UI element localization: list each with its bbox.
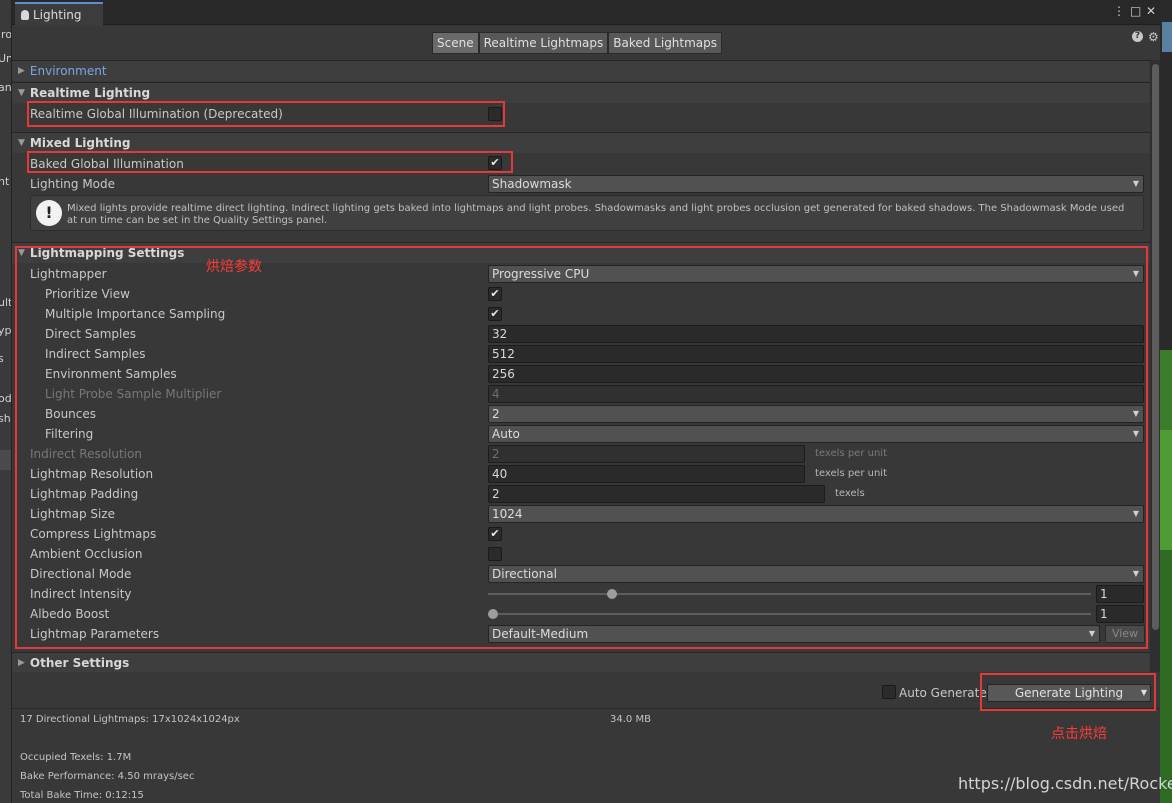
stat-performance: Bake Performance: 4.50 mrays/sec [20, 771, 195, 782]
expand-arrow-icon: ▶ [18, 66, 25, 76]
adjacent-fragment: iro [0, 28, 12, 41]
stat-lightmaps: 17 Directional Lightmaps: 17x1024x1024px [20, 714, 240, 725]
dropdown-value: Shadowmask [492, 177, 572, 191]
adjacent-fragment: ht [0, 175, 10, 188]
lighting-mode-label: Lighting Mode [30, 177, 116, 191]
help-icon[interactable]: ? [1132, 31, 1143, 42]
section-other-settings[interactable]: ▶ Other Settings [12, 652, 1150, 673]
section-title: Realtime Lighting [29, 86, 151, 100]
section-mixed-lighting[interactable]: ▼ Mixed Lighting [12, 132, 1150, 153]
gear-icon[interactable]: ⚙ [1148, 30, 1159, 44]
adjacent-panel: iro Un an ht ult yp s od sh [0, 0, 12, 803]
scene-view-edge [1160, 0, 1172, 803]
annotation-click-bake: 点击烘焙 [1051, 726, 1107, 742]
mode-baked-button[interactable]: Baked Lightmaps [608, 32, 723, 54]
info-icon: ! [36, 200, 62, 226]
adjacent-fragment: s [0, 352, 4, 365]
section-realtime-lighting[interactable]: ▼ Realtime Lighting [12, 82, 1150, 103]
menu-icon[interactable]: ⋮ [1113, 4, 1125, 18]
annotation-box [15, 246, 1148, 649]
auto-generate-checkbox[interactable] [882, 685, 896, 699]
lighting-mode-dropdown[interactable]: Shadowmask ▼ [488, 175, 1144, 193]
adjacent-fragment: an [0, 81, 12, 94]
window-tab-bar: Lighting ⋮ □ ✕ [12, 0, 1160, 26]
maximize-icon[interactable]: □ [1130, 4, 1141, 18]
annotation-bake-params: 烘焙参数 [206, 259, 262, 275]
scene-sky [1162, 22, 1172, 52]
annotation-box [27, 151, 513, 173]
adjacent-fragment: yp [0, 324, 12, 337]
section-title: Mixed Lighting [29, 136, 131, 150]
adjacent-highlight [0, 450, 11, 470]
mode-realtime-button[interactable]: Realtime Lightmaps [478, 32, 609, 54]
stat-time: Total Bake Time: 0:12:15 [20, 790, 144, 801]
adjacent-fragment: sh [0, 412, 11, 425]
collapse-arrow-icon: ▼ [18, 138, 25, 148]
scene-grass [1160, 430, 1172, 550]
tab-title: Lighting [33, 8, 82, 22]
adjacent-fragment: od [0, 392, 12, 405]
section-title: Environment [29, 64, 107, 78]
close-icon[interactable]: ✕ [1146, 4, 1156, 18]
info-text: Mixed lights provide realtime direct lig… [67, 203, 1125, 226]
scrollbar-thumb[interactable] [1152, 64, 1159, 630]
adjacent-fragment: Un [0, 52, 11, 65]
tab-lighting[interactable]: Lighting [15, 2, 103, 26]
scene-grass [1160, 550, 1172, 803]
info-box: ! Mixed lights provide realtime direct l… [30, 195, 1144, 231]
collapse-arrow-icon: ▼ [18, 88, 25, 98]
section-title: Other Settings [29, 656, 130, 670]
section-environment[interactable]: ▶ Environment [12, 60, 1150, 81]
adjacent-fragment: ult [0, 296, 12, 309]
expand-arrow-icon: ▶ [18, 658, 25, 668]
lightbulb-icon [21, 10, 29, 20]
stat-size: 34.0 MB [610, 714, 651, 725]
mode-scene-button[interactable]: Scene [432, 32, 479, 54]
mode-toolbar: Scene Realtime Lightmaps Baked Lightmaps [432, 32, 723, 54]
stat-texels: Occupied Texels: 1.7M [20, 752, 132, 763]
annotation-box [980, 673, 1156, 711]
auto-generate-label: Auto Generate [899, 686, 987, 700]
annotation-box [27, 101, 505, 127]
chevron-down-icon: ▼ [1132, 179, 1139, 188]
scene-grass [1160, 350, 1172, 430]
watermark: https://blog.csdn.net/RocketJ [958, 774, 1172, 793]
